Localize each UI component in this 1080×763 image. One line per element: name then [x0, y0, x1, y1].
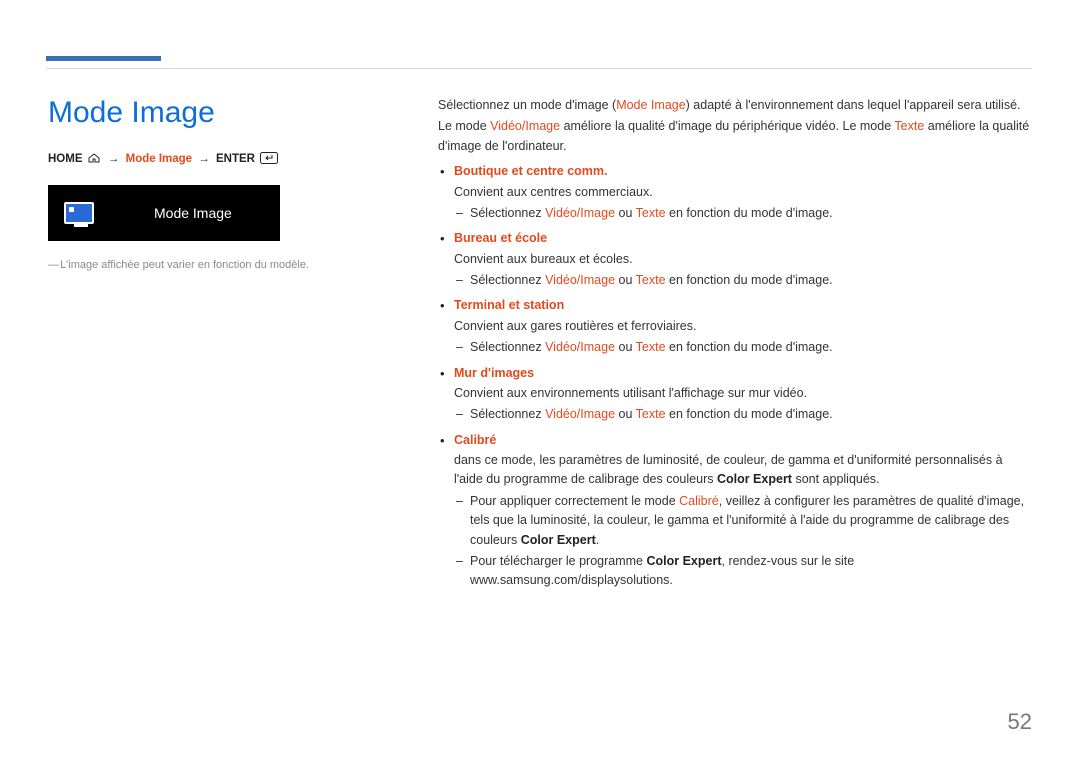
left-column: Mode Image HOME → Mode Image → ENTER Mod… — [48, 96, 438, 591]
arrow-icon: → — [108, 153, 120, 165]
mode-desc: Convient aux centres commerciaux. — [454, 183, 1032, 202]
mode-title: Boutique et centre comm. — [454, 164, 608, 178]
mode-item: Mur d'images Convient aux environnements… — [438, 364, 1032, 425]
menu-preview-label: Mode Image — [154, 205, 232, 221]
mode-item: Terminal et station Convient aux gares r… — [438, 296, 1032, 357]
mode-sub: Sélectionnez Vidéo/Image ou Texte en fon… — [454, 271, 1032, 290]
mode-sub: Sélectionnez Vidéo/Image ou Texte en fon… — [454, 204, 1032, 223]
mode-item: Bureau et école Convient aux bureaux et … — [438, 229, 1032, 290]
right-column: Sélectionnez un mode d'image (Mode Image… — [438, 96, 1032, 591]
page: Mode Image HOME → Mode Image → ENTER Mod… — [0, 0, 1080, 591]
top-divider — [46, 68, 1032, 69]
mode-item: Calibré dans ce mode, les paramètres de … — [438, 431, 1032, 591]
mode-desc: dans ce mode, les paramètres de luminosi… — [454, 451, 1032, 490]
menu-preview: Mode Image — [48, 185, 280, 241]
mode-title: Calibré — [454, 433, 496, 447]
mode-desc: Convient aux environnements utilisant l'… — [454, 384, 1032, 403]
page-title: Mode Image — [48, 96, 418, 130]
intro-line-2: Le mode Vidéo/Image améliore la qualité … — [438, 117, 1032, 156]
accent-bar — [46, 56, 161, 61]
intro-line-1: Sélectionnez un mode d'image (Mode Image… — [438, 96, 1032, 115]
page-number: 52 — [1008, 709, 1032, 735]
mode-item: Boutique et centre comm. Convient aux ce… — [438, 162, 1032, 223]
mode-sub: Pour télécharger le programme Color Expe… — [454, 552, 1032, 591]
image-footnote: L'image affichée peut varier en fonction… — [48, 259, 418, 271]
mode-desc: Convient aux gares routières et ferrovia… — [454, 317, 1032, 336]
path-home: HOME — [48, 153, 83, 165]
tv-icon — [64, 202, 94, 224]
nav-path: HOME → Mode Image → ENTER — [48, 152, 418, 167]
mode-title: Bureau et école — [454, 231, 547, 245]
mode-sub: Sélectionnez Vidéo/Image ou Texte en fon… — [454, 405, 1032, 424]
mode-list: Boutique et centre comm. Convient aux ce… — [438, 162, 1032, 591]
home-icon — [88, 153, 100, 166]
mode-title: Mur d'images — [454, 366, 534, 380]
path-enter: ENTER — [216, 153, 255, 165]
mode-sub: Pour appliquer correctement le mode Cali… — [454, 492, 1032, 550]
mode-title: Terminal et station — [454, 298, 564, 312]
path-modeimage: Mode Image — [126, 153, 192, 165]
arrow-icon: → — [198, 153, 210, 165]
mode-sub: Sélectionnez Vidéo/Image ou Texte en fon… — [454, 338, 1032, 357]
mode-desc: Convient aux bureaux et écoles. — [454, 250, 1032, 269]
enter-icon — [260, 152, 278, 167]
